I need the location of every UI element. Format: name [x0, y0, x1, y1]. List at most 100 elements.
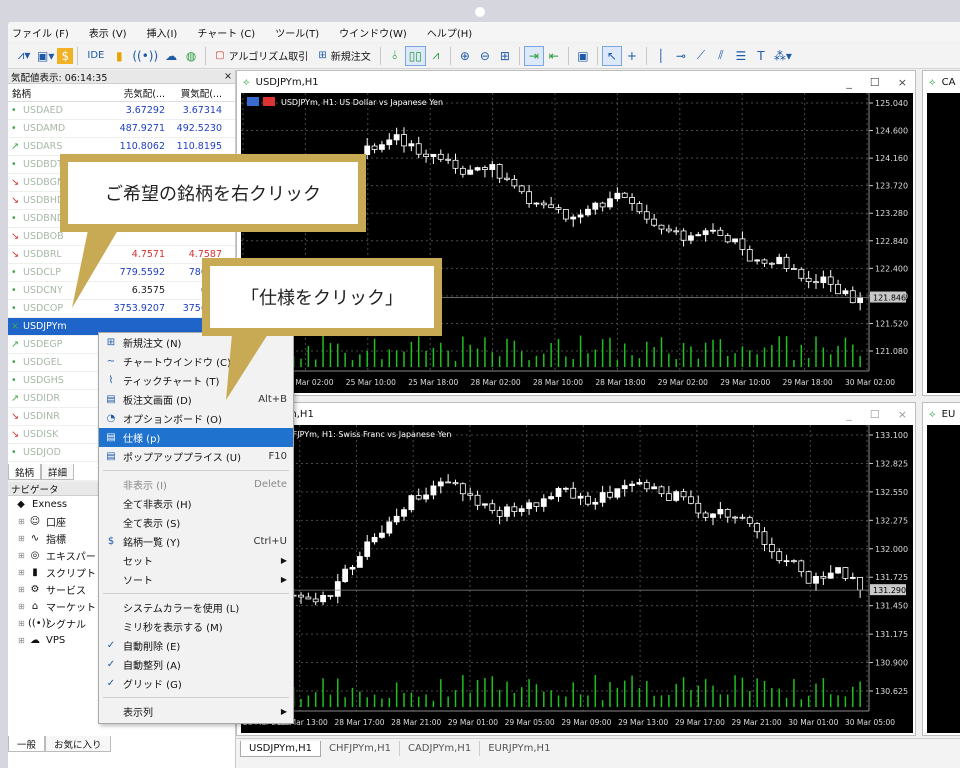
candle-body	[423, 494, 429, 500]
minimize-icon[interactable]: _	[846, 76, 852, 89]
expand-icon[interactable]: ⊞	[18, 619, 28, 628]
ide-button[interactable]: IDE	[82, 46, 109, 66]
candle-chart-icon[interactable]: ▯▯	[404, 45, 426, 66]
usdjpy-candle-chart[interactable]: 125.040 124.600 124.160 123.720 123.280 122.8…	[241, 93, 913, 393]
header-ask[interactable]: 買気配(...	[169, 86, 226, 100]
shapes-icon[interactable]: ⁂▾	[771, 46, 795, 66]
time-label: 30 Mar 01:00	[788, 718, 838, 727]
context-menu-item[interactable]: ミリ秒を表示する (M)	[99, 617, 293, 636]
tab-chfjpy[interactable]: CHFJPYm,H1	[321, 741, 400, 756]
menu-view[interactable]: 表示 (V)	[89, 25, 127, 40]
expand-icon[interactable]: ⊞	[18, 602, 28, 611]
menu-insert[interactable]: 挿入(I)	[147, 25, 178, 40]
signal-icon[interactable]: ((•))	[129, 46, 161, 66]
menu-help[interactable]: ヘルプ(H)	[427, 25, 472, 40]
candle-body	[739, 516, 746, 519]
close-icon[interactable]: ×	[898, 76, 907, 89]
tab-details[interactable]: 詳細	[41, 464, 75, 480]
zoom-in-icon[interactable]: ⊕	[455, 46, 475, 66]
tab-usdjpy[interactable]: USDJPYm,H1	[240, 741, 322, 757]
menu-chart[interactable]: チャート (C)	[197, 25, 255, 40]
context-menu-item[interactable]: 全て表示 (S)	[99, 513, 293, 532]
candle-body	[849, 290, 856, 304]
context-menu-item[interactable]: セット ▶	[99, 551, 293, 570]
context-menu-item[interactable]: 表示列 ▶	[99, 702, 293, 721]
minimize-icon[interactable]: _	[846, 408, 852, 421]
cloud-icon[interactable]: ☁	[161, 46, 181, 66]
expand-icon[interactable]: ⊞	[18, 534, 28, 543]
eurjpy-chart-area[interactable]	[927, 425, 960, 733]
cursor-icon[interactable]: ↖	[601, 45, 622, 66]
new-order-button[interactable]: ⊞ 新規注文	[313, 46, 375, 66]
fibonacci-icon[interactable]: ☰	[731, 46, 751, 66]
chart-window-chfjpy[interactable]: m,H1 _ ☐ × 133.100 132.825 132.550 132.275 1…	[236, 402, 916, 736]
symbol-name: USDBRL	[23, 249, 62, 260]
globe-icon[interactable]: ◍	[181, 46, 201, 66]
chart-window-title-text: USDJPYm,H1	[255, 76, 319, 88]
cadjpy-chart-area[interactable]	[927, 93, 960, 393]
chart-shift-icon[interactable]: ⇤	[544, 46, 564, 66]
crosshair-icon[interactable]: +	[622, 46, 642, 66]
menu-file[interactable]: ファイル (F)	[12, 25, 69, 40]
context-menu-item[interactable]: システムカラーを使用 (L)	[99, 598, 293, 617]
tab-general[interactable]: 一般	[8, 736, 46, 752]
bar-chart-icon[interactable]: ⫰	[385, 46, 405, 66]
chart-window-eurjpy[interactable]: ⟡ EU	[922, 402, 960, 736]
header-symbol[interactable]: 銘柄	[8, 86, 112, 100]
chart-window-cadjpy[interactable]: ⟡ CA	[922, 70, 960, 396]
lock-icon[interactable]: ▮	[109, 46, 129, 66]
market-watch-row[interactable]: • USDAED 3.67292 3.67314	[8, 102, 235, 120]
symbols-icon[interactable]: $	[57, 47, 74, 64]
header-bid[interactable]: 売気配(...	[112, 86, 169, 100]
expand-icon[interactable]: ⊞	[18, 636, 28, 645]
tab-eurjpy[interactable]: EURJPYm,H1	[480, 741, 558, 756]
expand-icon[interactable]: ⊞	[18, 517, 28, 526]
chart-window-usdjpy[interactable]: ⟡ USDJPYm,H1 _ ☐ × 125.040 124.600 124.160…	[236, 70, 916, 396]
auto-scroll-icon[interactable]: ⇥	[523, 45, 544, 66]
expand-icon[interactable]: ⊞	[18, 585, 28, 594]
timeframe-icon[interactable]: ▣▾	[34, 46, 57, 66]
tab-cadjpy[interactable]: CADJPYm,H1	[400, 741, 481, 756]
chart-type-icon[interactable]: ⩘▾	[14, 46, 34, 66]
menu-separator	[103, 697, 289, 698]
menu-tools[interactable]: ツール(T)	[275, 25, 319, 40]
line-chart-icon[interactable]: ⩘	[426, 46, 446, 66]
channel-icon[interactable]: ⫽	[711, 46, 731, 66]
close-icon[interactable]: ×	[898, 408, 907, 421]
algo-trading-button[interactable]: ▢ アルゴリズム取引	[210, 46, 313, 66]
maximize-icon[interactable]: ☐	[870, 408, 880, 421]
navigator-item-icon: ∿	[30, 533, 40, 544]
menu-item-icon: ⌇	[108, 375, 114, 386]
expand-icon[interactable]: ⊞	[18, 551, 28, 560]
context-menu-item[interactable]: 非表示 (I) Delete	[99, 475, 293, 494]
market-watch-row[interactable]: • USDAMD 487.9271 492.5230	[8, 120, 235, 138]
expand-icon[interactable]: ⊞	[18, 568, 28, 577]
trend-icon: ↗	[11, 141, 19, 152]
chfjpy-candle-chart[interactable]: 133.100 132.825 132.550 132.275 132.000 131.7…	[241, 425, 913, 733]
tab-favorites[interactable]: お気に入り	[45, 736, 111, 752]
context-menu-item[interactable]: ✓ 自動削除 (E)	[99, 636, 293, 655]
close-icon[interactable]: ×	[224, 71, 232, 82]
context-menu-item[interactable]: ✓ 自動整列 (A)	[99, 655, 293, 674]
toolbar-separator	[449, 46, 451, 65]
context-menu-item[interactable]: ◔ オプションボード (O)	[99, 409, 293, 428]
context-menu-item[interactable]: ✓ グリッド (G)	[99, 674, 293, 693]
chart-window-icon: ⟡	[929, 408, 936, 420]
horizontal-line-icon[interactable]: ⊸	[671, 46, 691, 66]
menu-window[interactable]: ウインドウ(W)	[339, 25, 407, 40]
context-menu-item[interactable]: 全て非表示 (H)	[99, 494, 293, 513]
screenshot-icon[interactable]: ▣	[573, 46, 593, 66]
navigator-item-icon: ☺	[29, 516, 41, 527]
candle-body	[327, 594, 334, 597]
maximize-icon[interactable]: ☐	[870, 76, 880, 89]
context-menu-item[interactable]: $ 銘柄一覧 (Y) Ctrl+U	[99, 532, 293, 551]
context-menu-item[interactable]: ▤ ポップアッププライス (U) F10	[99, 447, 293, 466]
tab-symbols[interactable]: 銘柄	[8, 464, 42, 480]
trendline-icon[interactable]: ⟋	[691, 46, 711, 66]
tile-windows-icon[interactable]: ⊞	[495, 46, 515, 66]
text-tool-icon[interactable]: T	[751, 46, 771, 66]
context-menu-item[interactable]: ▤ 仕様 (p)	[99, 428, 293, 447]
vertical-line-icon[interactable]: │	[651, 46, 671, 66]
context-menu-item[interactable]: ソート ▶	[99, 570, 293, 589]
zoom-out-icon[interactable]: ⊖	[475, 46, 495, 66]
